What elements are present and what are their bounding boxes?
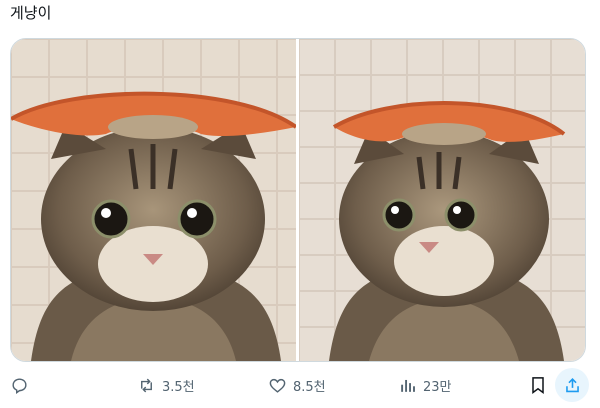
cat-photo-left[interactable] [11,39,296,361]
share-button[interactable] [555,368,589,402]
post-text: 게냥이 [10,4,52,22]
repost-icon [141,378,152,392]
like-button[interactable]: 8.5천 [268,366,326,404]
bookmark-button[interactable] [528,375,548,399]
cat-image [11,39,296,361]
heart-icon [269,378,286,393]
repost-button[interactable]: 3.5천 [137,366,195,404]
bar-chart-icon [401,379,415,392]
share-icon [565,377,579,392]
views-button[interactable]: 23만 [398,366,452,404]
bookmark-icon [532,377,544,394]
cat-image [299,39,585,361]
reply-button[interactable] [10,366,29,404]
cat-photo-right[interactable] [299,39,585,361]
action-bar: 3.5천 8.5천 23만 [0,366,600,404]
repost-count: 3.5천 [162,379,195,395]
reply-icon [12,377,27,394]
views-count: 23만 [423,379,452,395]
like-count: 8.5천 [293,379,326,395]
media-grid[interactable] [10,38,586,362]
